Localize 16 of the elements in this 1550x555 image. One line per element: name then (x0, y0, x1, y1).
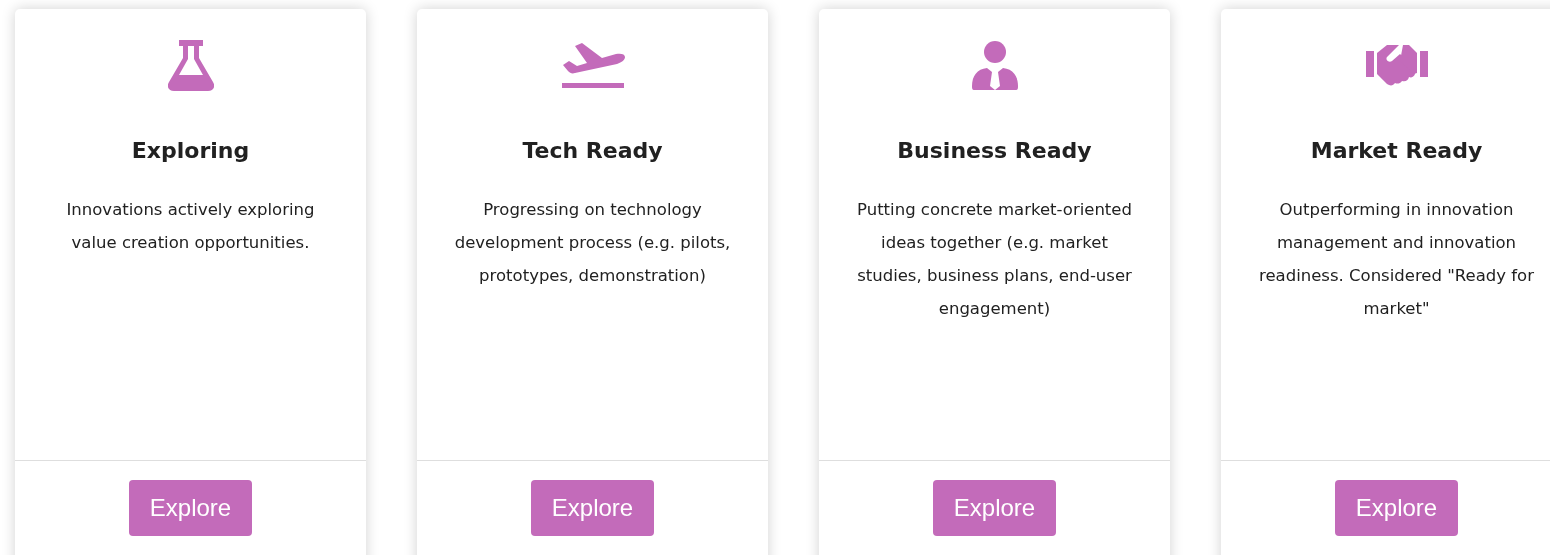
handshake-icon (1364, 42, 1429, 88)
flask-icon (167, 39, 214, 91)
explore-button[interactable]: Explore (129, 480, 252, 536)
card-description: Putting concrete market-oriented ideas together (e.g. market studies, business plans, end-user engagement) (856, 199, 1133, 320)
card-title: Exploring (131, 138, 250, 163)
explore-button[interactable]: Explore (1335, 480, 1458, 536)
explore-button[interactable]: Explore (531, 480, 654, 536)
card-description: Outperforming in innovation management and innovation readiness. Considered "Ready for market" (1258, 199, 1535, 320)
person-icon (971, 40, 1018, 90)
card-description: Progressing on technology development process (e.g. pilots, prototypes, demonstration) (453, 199, 732, 287)
card-title: Business Ready (897, 138, 1092, 163)
airplane-icon (560, 40, 625, 90)
card-title: Tech Ready (522, 138, 663, 163)
explore-button[interactable]: Explore (933, 480, 1056, 536)
card-description: Innovations actively exploring value creation opportunities. (65, 199, 316, 254)
card-title: Market Ready (1310, 138, 1483, 163)
